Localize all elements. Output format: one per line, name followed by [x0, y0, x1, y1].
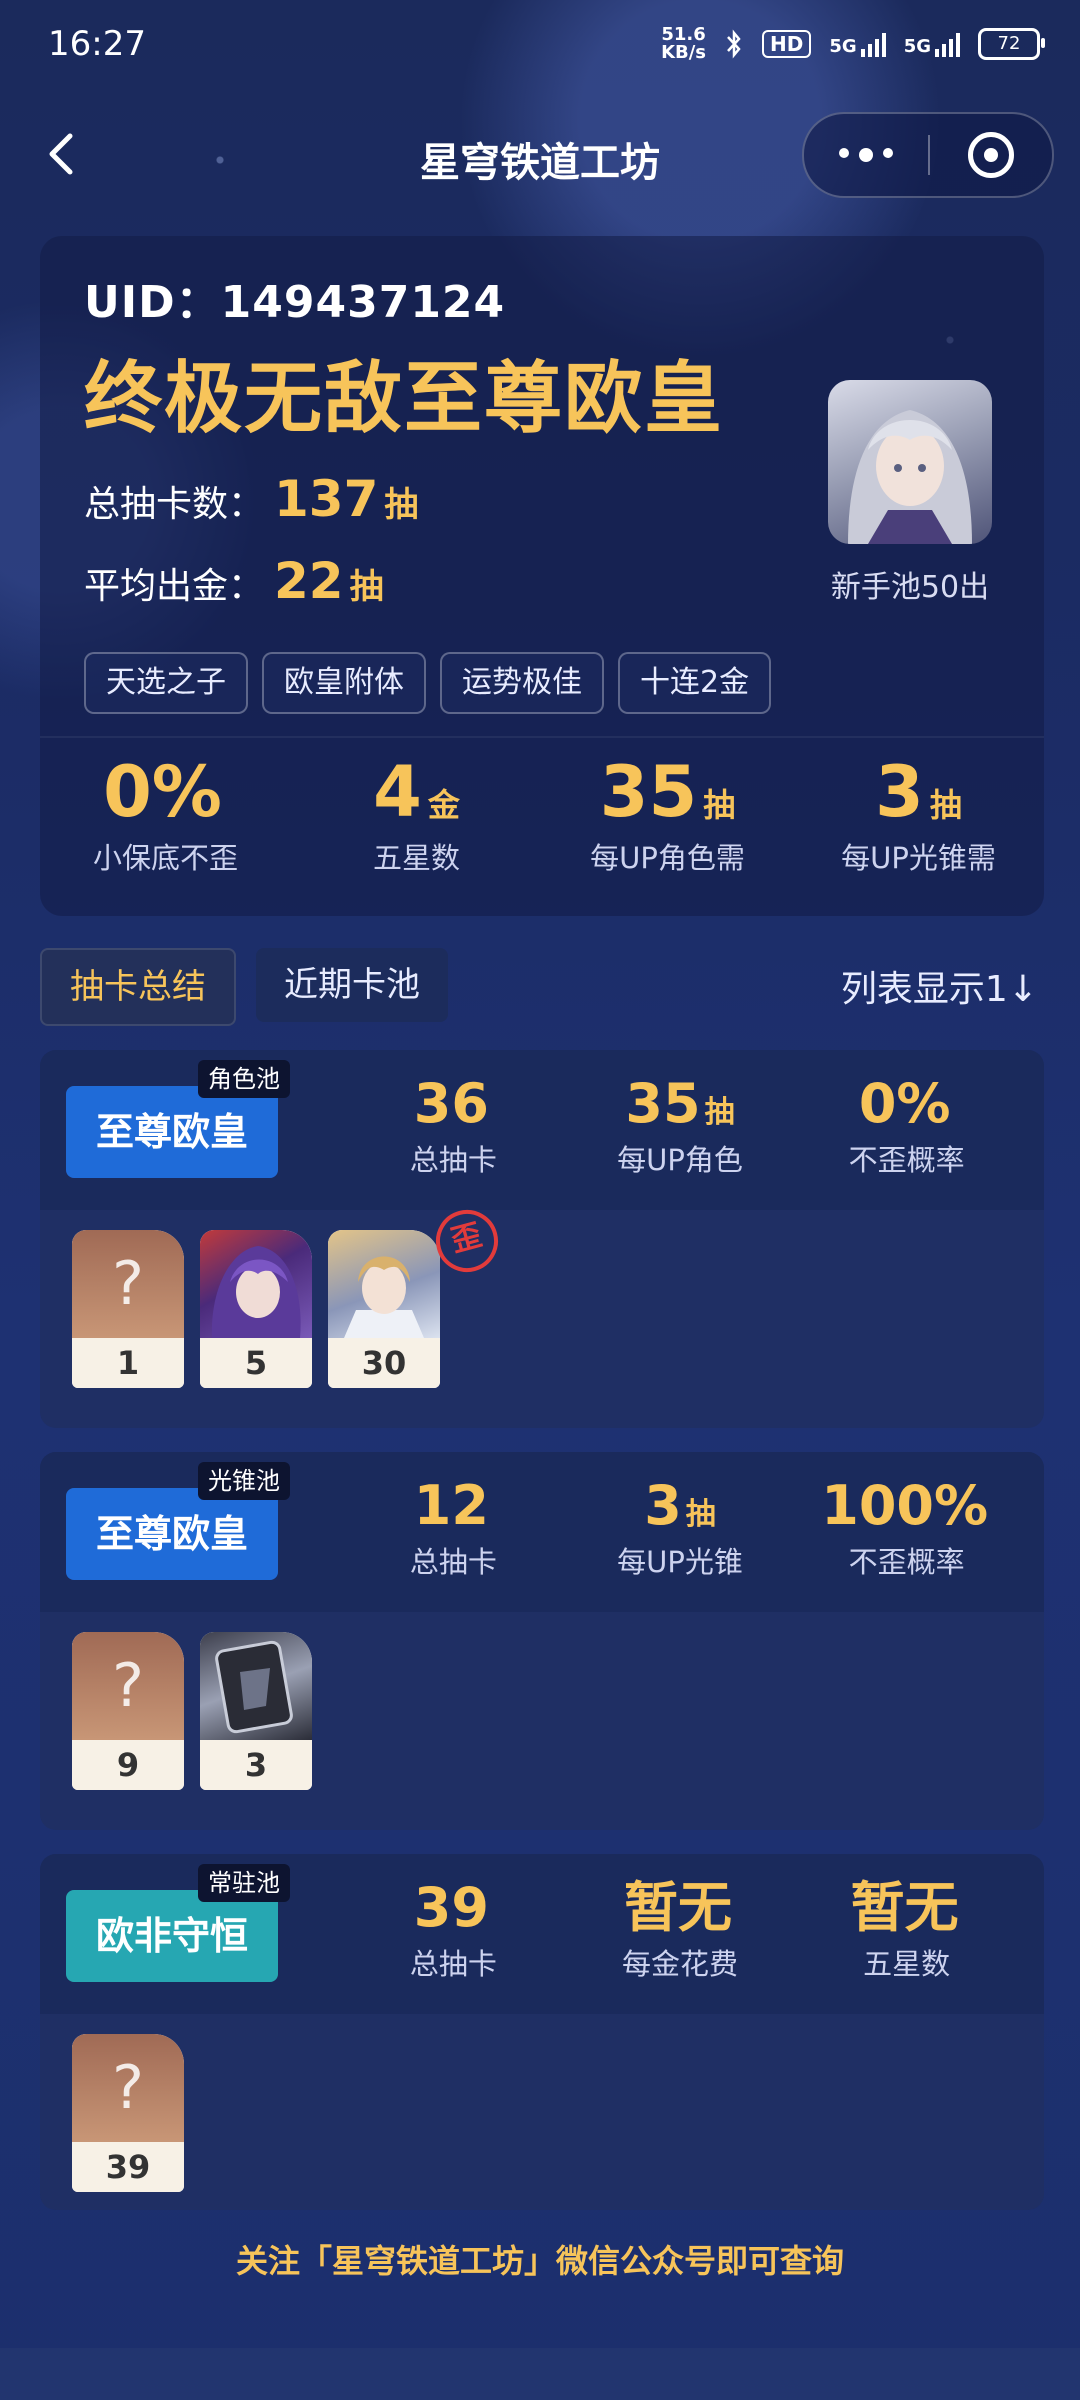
pool-type-tag: 常驻池: [198, 1864, 290, 1902]
signal-bars-icon: [860, 31, 886, 57]
pool-header: 至尊欧皇 光锥池 12 总抽卡 3 抽每UP光锥 100% 不歪概率: [40, 1452, 1044, 1612]
pending-pull-card[interactable]: ? 39: [72, 2034, 184, 2192]
bottom-bar: [0, 2348, 1080, 2400]
mini-program-capsule: [802, 112, 1054, 198]
footer-follow-note: 关注「星穹铁道工坊」微信公众号即可查询: [235, 2242, 844, 2280]
pending-pull-card[interactable]: ? 1: [72, 1230, 184, 1388]
question-mark-icon: ?: [72, 2034, 184, 2142]
metric-item: 39 总抽卡: [409, 1876, 497, 1981]
bluetooth-icon: [727, 29, 741, 59]
signal-5g-1: 5G: [829, 31, 886, 57]
pool-metrics: 12 总抽卡 3 抽每UP光锥 100% 不歪概率: [340, 1474, 1020, 1581]
pool-rating-badge: 欧非守恒: [66, 1890, 278, 1982]
kpi-item: 0% 小保底不歪: [92, 751, 238, 876]
metric-item: 暂无 五星数: [850, 1876, 959, 1981]
standard-pool-card: 欧非守恒 常驻池 39 总抽卡 暂无 每金花费 暂无 五星数 ? 39: [40, 1854, 1044, 2210]
beginner-avatar: [828, 380, 992, 544]
character-card[interactable]: 30: [328, 1230, 440, 1388]
rank-title: 终极无敌至尊欧皇: [84, 354, 725, 444]
pool-type-tag: 光锥池: [198, 1462, 290, 1500]
signal-bars-icon: [935, 31, 960, 57]
more-icon[interactable]: [804, 148, 928, 162]
battery-icon: 72: [978, 28, 1045, 60]
pool-type-tag: 角色池: [198, 1060, 290, 1098]
kpi-row: 0% 小保底不歪 4金 五星数 35 抽 每UP角色需 3抽 每UP光锥需: [40, 736, 1044, 918]
character-portrait-icon: [200, 1230, 312, 1338]
lightcone-pool-card: 至尊欧皇 光锥池 12 总抽卡 3 抽每UP光锥 100% 不歪概率 ? 9 3: [40, 1452, 1044, 1830]
tag-item: 十连2金: [618, 652, 772, 714]
tag-list: 天选之子 欧皇附体 运势极佳 十连2金: [84, 652, 772, 714]
metric-item: 35 抽每UP角色: [617, 1072, 743, 1177]
tag-item: 欧皇附体: [262, 652, 426, 714]
avatar-caption: 新手池50出: [830, 570, 990, 605]
metric-item: 0% 不歪概率: [848, 1072, 965, 1177]
pending-pull-card[interactable]: ? 9: [72, 1632, 184, 1790]
close-miniprogram-icon[interactable]: [930, 132, 1052, 178]
metric-item: 36 总抽卡: [409, 1072, 497, 1177]
status-bar: 16:27 51.6 KB/s HD 5G 5G 72: [0, 0, 1080, 92]
kpi-item: 4金 五星数: [372, 751, 460, 876]
pool-header: 欧非守恒 常驻池 39 总抽卡 暂无 每金花费 暂无 五星数: [40, 1854, 1044, 2014]
signal-5g-2: 5G: [904, 31, 960, 57]
kpi-item: 35 抽 每UP角色需: [590, 751, 745, 876]
pull-history-cards: ? 39: [40, 2014, 1044, 2192]
lightcone-card[interactable]: 3: [200, 1632, 312, 1790]
metric-item: 12 总抽卡: [409, 1474, 497, 1579]
tag-item: 运势极佳: [440, 652, 604, 714]
tag-item: 天选之子: [84, 652, 248, 714]
clock: 16:27: [48, 24, 146, 64]
pool-rating-badge: 至尊欧皇: [66, 1086, 278, 1178]
nav-bar: 星穹铁道工坊: [0, 112, 1080, 200]
metric-item: 3 抽每UP光锥: [617, 1474, 743, 1579]
metric-item: 暂无 每金花费: [622, 1876, 739, 1981]
status-icons: 51.6 KB/s HD 5G 5G 72: [661, 24, 1045, 63]
metric-item: 100% 不歪概率: [821, 1474, 989, 1579]
hd-voice-icon: HD: [762, 30, 812, 58]
pull-history-cards: ? 1 5 30: [40, 1210, 1044, 1388]
summary-card: UID：149437124 终极无敌至尊欧皇 总抽卡数： 137 抽 平均出金： 22…: [40, 236, 1044, 916]
average-gold: 平均出金： 22 抽: [84, 552, 384, 610]
uid-label: UID：149437124: [84, 277, 506, 328]
pool-rating-badge: 至尊欧皇: [66, 1488, 278, 1580]
question-mark-icon: ?: [72, 1230, 184, 1338]
pool-metrics: 39 总抽卡 暂无 每金花费 暂无 五星数: [340, 1876, 1020, 1983]
network-speed: 51.6 KB/s: [661, 24, 707, 63]
character-card[interactable]: 5: [200, 1230, 312, 1388]
pull-history-cards: ? 9 3: [40, 1612, 1044, 1790]
tab-recent-pools[interactable]: 近期卡池: [256, 948, 448, 1022]
question-mark-icon: ?: [72, 1632, 184, 1740]
character-pool-card: 至尊欧皇 角色池 36 总抽卡 35 抽每UP角色 0% 不歪概率 ? 1 5 30 …: [40, 1050, 1044, 1428]
tab-summary[interactable]: 抽卡总结: [40, 948, 236, 1026]
list-display-toggle[interactable]: 列表显示1↓: [841, 960, 1038, 1012]
lightcone-art-icon: [200, 1632, 312, 1740]
pool-metrics: 36 总抽卡 35 抽每UP角色 0% 不歪概率: [340, 1072, 1020, 1179]
character-portrait-icon: [848, 410, 972, 544]
pool-header: 至尊欧皇 角色池 36 总抽卡 35 抽每UP角色 0% 不歪概率: [40, 1050, 1044, 1210]
kpi-item: 3抽 每UP光锥需: [841, 751, 996, 876]
tab-bar: 抽卡总结 近期卡池: [40, 948, 448, 1026]
character-portrait-icon: [328, 1230, 440, 1338]
total-pulls: 总抽卡数： 137 抽: [84, 470, 419, 528]
